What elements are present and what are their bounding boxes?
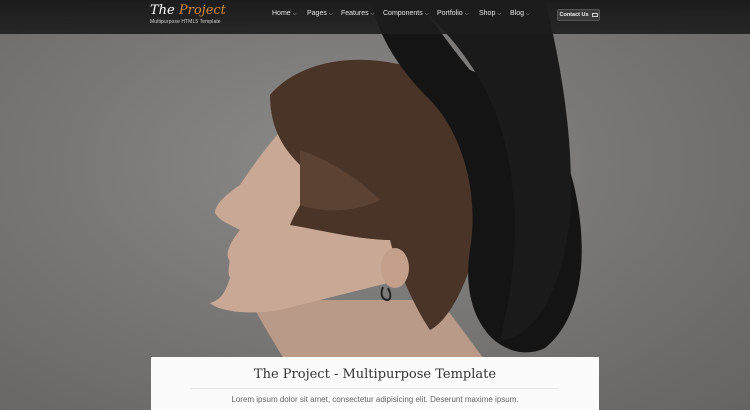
chevron-down-icon: ⌵ xyxy=(464,11,469,17)
top-navigation-bar: The Project Multipurpose HTML5 Template … xyxy=(0,0,750,34)
nav-item-components[interactable]: Components ⌵ xyxy=(383,10,429,17)
slide-caption-title: The Project - Multipurpose Template xyxy=(253,367,497,382)
envelope-icon xyxy=(591,13,598,17)
logo-accent-word: Project xyxy=(178,3,226,18)
chevron-down-icon: ⌵ xyxy=(328,11,333,17)
nav-item-blog[interactable]: Blog ⌵ xyxy=(510,10,530,17)
contact-us-button[interactable]: Contact Us xyxy=(557,9,600,21)
nav-item-shop[interactable]: Shop ⌵ xyxy=(479,10,501,17)
logo-tagline: Multipurpose HTML5 Template xyxy=(150,19,221,25)
chevron-down-icon: ⌵ xyxy=(424,11,429,17)
caption-divider xyxy=(191,388,559,389)
hero-slider xyxy=(0,0,750,410)
site-logo[interactable]: The Project Multipurpose HTML5 Template xyxy=(150,3,226,26)
nav-item-portfolio[interactable]: Portfolio ⌵ xyxy=(437,10,468,17)
nav-item-pages[interactable]: Pages ⌵ xyxy=(307,10,333,17)
chevron-down-icon: ⌵ xyxy=(292,11,297,17)
chevron-down-icon: ⌵ xyxy=(497,11,502,17)
slide-caption-box: The Project - Multipurpose Template Lore… xyxy=(151,357,599,410)
chevron-down-icon: ⌵ xyxy=(370,11,375,17)
chevron-down-icon: ⌵ xyxy=(526,11,530,17)
hero-portrait-image xyxy=(210,0,582,410)
slide-caption-text: Lorem ipsum dolor sit amet, consectetur … xyxy=(231,395,519,404)
logo-wordmark: The Project xyxy=(150,3,226,18)
nav-item-home[interactable]: Home ⌵ xyxy=(272,10,296,17)
nav-item-features[interactable]: Features ⌵ xyxy=(341,10,374,17)
